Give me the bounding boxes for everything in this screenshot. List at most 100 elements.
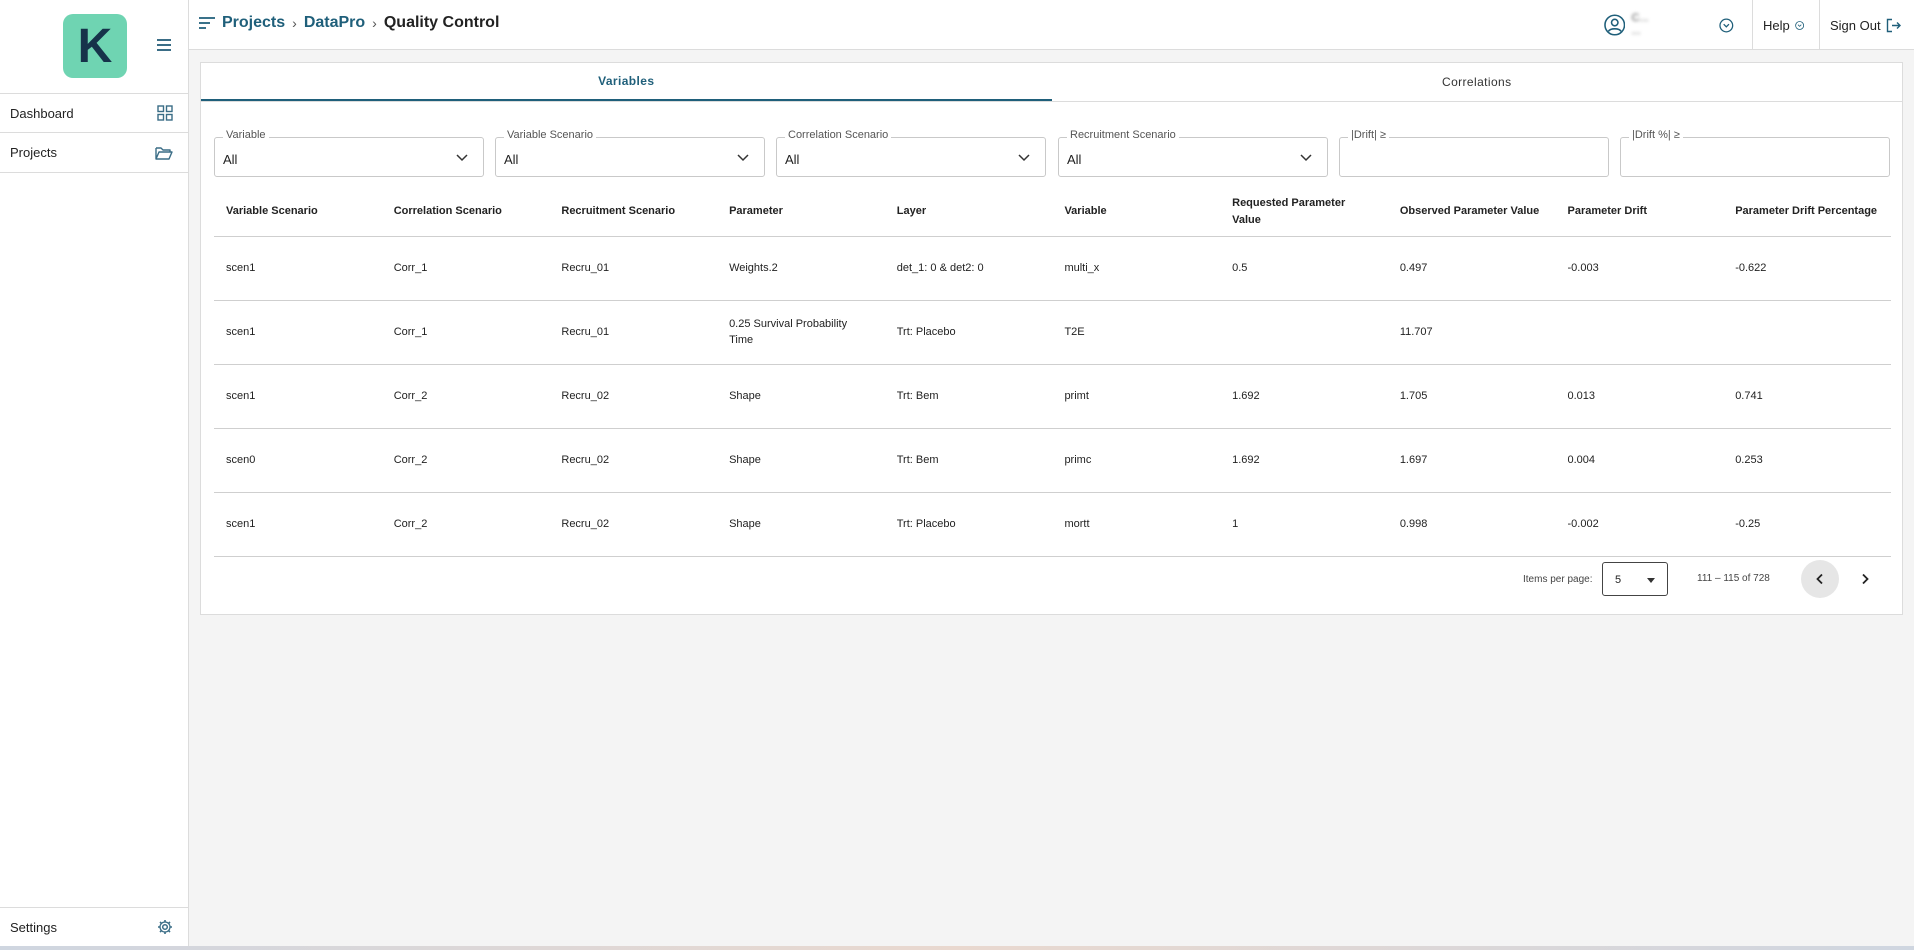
- settings-label: Settings: [10, 919, 57, 935]
- next-page-button[interactable]: [1846, 560, 1884, 598]
- table-cell: [1220, 300, 1388, 365]
- table-cell: det_1: 0 & det2: 0: [884, 236, 1053, 301]
- table-cell: 0.998: [1387, 492, 1556, 557]
- breadcrumb-menu-icon[interactable]: [199, 17, 215, 29]
- table-cell: 1.697: [1387, 428, 1556, 493]
- table-cell: 0.25 Survival Probability Time: [717, 300, 885, 365]
- table-cell: 0.741: [1723, 364, 1891, 429]
- table-cell: Recru_02: [549, 428, 718, 493]
- items-per-page-value: 5: [1615, 574, 1622, 586]
- table-cell: 1.705: [1387, 364, 1556, 429]
- sidebar: K Dashboard Projects Settings: [0, 0, 189, 946]
- variable-select[interactable]: Variable All: [214, 129, 484, 177]
- previous-page-button[interactable]: [1801, 560, 1839, 598]
- logo-letter: K: [77, 19, 113, 73]
- filter-label: |Drift %| ≥: [1629, 129, 1683, 141]
- table-row: scen1 Corr_1 Recru_01 0.25 Survival Prob…: [214, 300, 1891, 365]
- user-name: C... ...: [1631, 12, 1649, 37]
- tab-correlations[interactable]: Correlations: [1052, 63, 1903, 101]
- chevron-right-icon: ›: [372, 15, 377, 31]
- variable-scenario-select[interactable]: Variable Scenario All: [495, 129, 765, 177]
- app-logo[interactable]: K: [63, 14, 127, 78]
- table-row: scen1 Corr_2 Recru_02 Shape Trt: Placebo…: [214, 492, 1891, 557]
- table-cell: -0.003: [1555, 236, 1724, 301]
- table-cell: [1555, 300, 1724, 365]
- table-cell: 0.004: [1555, 428, 1724, 493]
- page-title: Quality Control: [383, 14, 500, 31]
- items-per-page-select[interactable]: 5: [1602, 562, 1668, 596]
- table-cell: 0.013: [1555, 364, 1724, 429]
- filter-value: All: [1067, 152, 1082, 167]
- recruitment-scenario-select[interactable]: Recruitment Scenario All: [1058, 129, 1328, 177]
- table-cell: multi_x: [1052, 236, 1221, 301]
- table-cell: 0.497: [1387, 236, 1556, 301]
- column-header[interactable]: Parameter: [717, 188, 885, 237]
- drift-percent-min-field[interactable]: |Drift %| ≥: [1620, 129, 1890, 177]
- table-row: scen1 Corr_2 Recru_02 Shape Trt: Bem pri…: [214, 364, 1891, 429]
- filter-label: Recruitment Scenario: [1067, 129, 1179, 141]
- table-cell: primt: [1052, 364, 1221, 429]
- filter-value: All: [223, 152, 238, 167]
- sign-out-icon: [1886, 18, 1901, 32]
- chevron-right-icon: ›: [292, 15, 297, 31]
- table-cell: 1: [1220, 492, 1388, 557]
- column-header[interactable]: Recruitment Scenario: [549, 188, 718, 237]
- filter-label: Correlation Scenario: [785, 129, 892, 141]
- tab-bar: Variables Correlations: [201, 63, 1902, 102]
- table-cell: Corr_2: [381, 364, 550, 429]
- menu-toggle-icon[interactable]: [157, 39, 171, 51]
- table-cell: Shape: [717, 364, 885, 429]
- column-header[interactable]: Parameter Drift: [1555, 188, 1724, 237]
- chevron-down-circle-icon: [1719, 18, 1734, 32]
- table-cell: 0.5: [1220, 236, 1388, 301]
- window-bottom-edge: [0, 946, 1914, 950]
- help-label: Help: [1763, 17, 1790, 33]
- user-menu[interactable]: C... ...: [1604, 10, 1734, 40]
- table-cell: Trt: Bem: [884, 364, 1053, 429]
- breadcrumb-datapro[interactable]: DataPro: [304, 14, 365, 32]
- column-header[interactable]: Parameter Drift Percentage: [1723, 188, 1891, 237]
- table-cell: Shape: [717, 428, 885, 493]
- sidebar-item-dashboard[interactable]: Dashboard: [0, 93, 189, 133]
- table-cell: 0.253: [1723, 428, 1891, 493]
- column-header[interactable]: Variable: [1052, 188, 1221, 237]
- sidebar-item-settings[interactable]: Settings: [0, 907, 189, 946]
- column-header[interactable]: Layer: [884, 188, 1053, 237]
- help-menu-button[interactable]: Help: [1752, 0, 1814, 50]
- breadcrumb: Projects › DataPro › Quality Control: [199, 14, 499, 32]
- table-cell: Recru_01: [549, 236, 718, 301]
- table-cell: 11.707: [1387, 300, 1556, 365]
- column-header[interactable]: Variable Scenario: [214, 188, 382, 237]
- table-cell: scen0: [214, 428, 382, 493]
- table-cell: Corr_2: [381, 428, 550, 493]
- table-cell: Corr_1: [381, 300, 550, 365]
- table-cell: Shape: [717, 492, 885, 557]
- table-cell: T2E: [1052, 300, 1221, 365]
- paginator: Items per page: 5 111 – 115 of 728: [1521, 560, 1896, 600]
- chevron-left-icon: [1816, 573, 1823, 585]
- top-header: Projects › DataPro › Quality Control C..…: [189, 0, 1914, 50]
- chevron-down-icon: [1300, 154, 1312, 162]
- table-cell: -0.25: [1723, 492, 1891, 557]
- table-cell: Weights.2: [717, 236, 885, 301]
- sidebar-item-label: Projects: [10, 145, 57, 160]
- sign-out-label: Sign Out: [1830, 17, 1881, 33]
- column-header[interactable]: Correlation Scenario: [381, 188, 550, 237]
- column-header[interactable]: Observed Parameter Value: [1387, 188, 1556, 237]
- table-cell: Recru_01: [549, 300, 718, 365]
- breadcrumb-projects[interactable]: Projects: [222, 14, 285, 32]
- grid-icon: [157, 105, 173, 121]
- table-cell: Corr_2: [381, 492, 550, 557]
- column-header[interactable]: Requested Parameter Value: [1220, 188, 1388, 237]
- tab-variables[interactable]: Variables: [201, 63, 1052, 101]
- drift-min-field[interactable]: |Drift| ≥: [1339, 129, 1609, 177]
- folder-open-icon: [155, 146, 173, 160]
- sidebar-item-projects[interactable]: Projects: [0, 133, 189, 173]
- table-cell: Recru_02: [549, 364, 718, 429]
- table-cell: scen1: [214, 492, 382, 557]
- sign-out-button[interactable]: Sign Out: [1819, 0, 1914, 50]
- correlation-scenario-select[interactable]: Correlation Scenario All: [776, 129, 1046, 177]
- table-cell: -0.002: [1555, 492, 1724, 557]
- sidebar-item-label: Dashboard: [10, 105, 74, 121]
- chevron-right-icon: [1862, 573, 1869, 585]
